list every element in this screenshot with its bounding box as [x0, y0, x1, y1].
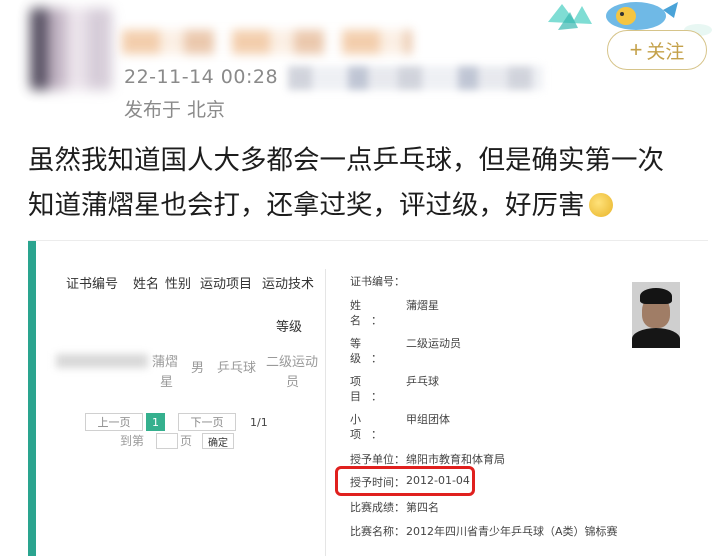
- detail-event-value: 2012年四川省青少年乒乓球（A类）锦标赛: [406, 525, 618, 538]
- detail-result-label: 比赛成绩：: [350, 501, 405, 514]
- plus-icon: +: [629, 37, 643, 62]
- next-page-button[interactable]: 下一页: [178, 413, 236, 431]
- detail-sub-label-2: 项: [350, 428, 361, 441]
- goto-prefix: 到第: [120, 434, 145, 448]
- post-location: 发布于 北京: [124, 99, 226, 121]
- username-blurred[interactable]: [122, 30, 412, 54]
- detail-issuer-value: 绵阳市教育和体育局: [406, 453, 505, 466]
- detail-sub-label-1: 小: [350, 413, 361, 426]
- row-gender: 男: [191, 361, 205, 376]
- accent-bar: [28, 241, 36, 556]
- page-total: 1/1: [250, 416, 268, 429]
- detail-level-value: 二级运动员: [406, 337, 461, 350]
- detail-result-value: 第四名: [406, 501, 439, 514]
- follow-button[interactable]: + 关注: [607, 30, 707, 70]
- page-number-input[interactable]: [156, 433, 178, 449]
- id-photo: [632, 282, 680, 348]
- detail-sport-label-2: 目: [350, 390, 361, 403]
- detail-cert-no-label: 证书编号：: [350, 275, 405, 288]
- row-level-2: 员: [286, 375, 300, 390]
- cert-no-blurred: [56, 354, 148, 368]
- post-text-line-2-content: 知道蒲熠星也会打，还拿过奖，评过级，好厉害: [28, 190, 585, 221]
- detail-event-label: 比赛名称：: [350, 525, 405, 538]
- detail-sport-label-3: ：: [371, 390, 382, 403]
- header-gender: 性别: [165, 277, 192, 292]
- detail-level-label-3: ：: [371, 352, 382, 365]
- emoji-icon: [588, 193, 613, 217]
- detail-issuer-label: 授予单位：: [350, 453, 405, 466]
- device-info-blurred: [288, 66, 543, 90]
- header-cert-no: 证书编号: [66, 277, 119, 292]
- detail-sub-value: 甲组团体: [406, 413, 450, 426]
- follow-label: 关注: [646, 41, 685, 63]
- detail-level-label-2: 级: [350, 352, 361, 365]
- row-level-1: 二级运动: [266, 355, 319, 370]
- header-level-cont: 等级: [276, 320, 303, 335]
- confirm-page-button[interactable]: 确定: [202, 433, 234, 449]
- detail-name-label-2: 名: [350, 314, 361, 327]
- row-name-1: 蒲熠: [152, 355, 179, 370]
- detail-sub-label-3: ：: [371, 428, 382, 441]
- panel-divider: [325, 269, 326, 556]
- prev-page-button[interactable]: 上一页: [85, 413, 143, 431]
- post-body: 虽然我知道国人大多都会一点乒乓球，但是确实第一次 知道蒲熠星也会打，还拿过奖，评…: [28, 138, 708, 228]
- detail-sport-label-1: 项: [350, 375, 361, 388]
- date-highlight-box: [335, 466, 475, 496]
- header-sport: 运动项目: [200, 277, 253, 292]
- current-page-button[interactable]: 1: [146, 413, 165, 431]
- header-tech-level: 运动技术: [262, 277, 315, 292]
- detail-name-label-3: ：: [371, 314, 382, 327]
- detail-name-value: 蒲熠星: [406, 299, 439, 312]
- post-text-line-1: 虽然我知道国人大多都会一点乒乓球，但是确实第一次: [28, 145, 664, 176]
- detail-sport-value: 乒乓球: [406, 375, 439, 388]
- post-text-line-2: 知道蒲熠星也会打，还拿过奖，评过级，好厉害: [28, 183, 708, 228]
- row-sport: 乒乓球: [217, 361, 257, 376]
- post-timestamp: 22-11-14 00:28: [124, 66, 279, 88]
- avatar[interactable]: [30, 8, 112, 90]
- header-name: 姓名: [133, 277, 160, 292]
- goto-suffix: 页: [180, 434, 193, 448]
- embedded-certificate-screenshot[interactable]: 证书编号 姓名 性别 运动项目 运动技术 等级 蒲熠 星 男 乒乓球 二级运动 …: [28, 240, 708, 556]
- detail-level-label-1: 等: [350, 337, 361, 350]
- row-name-2: 星: [160, 375, 174, 390]
- detail-name-label-1: 姓: [350, 299, 361, 312]
